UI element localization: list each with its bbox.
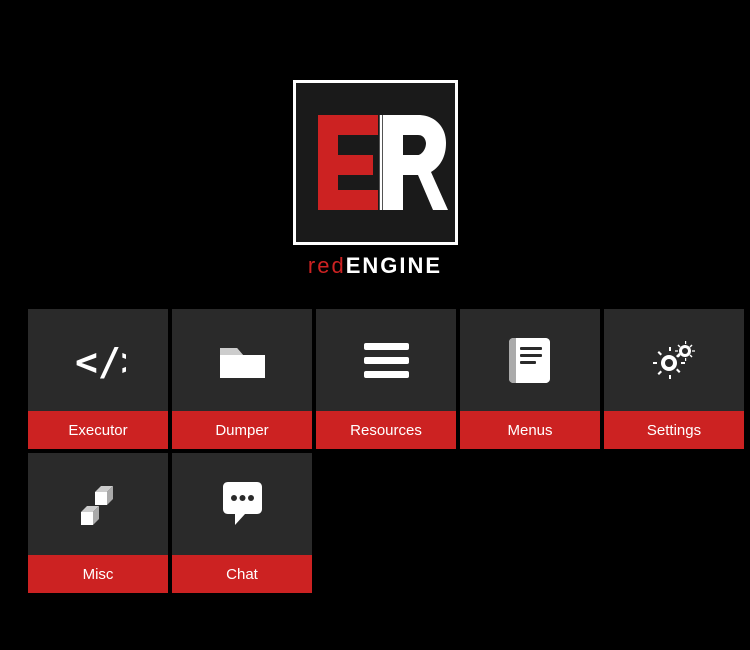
executor-button[interactable]: </> Executor [28,309,168,449]
dumper-button[interactable]: Dumper [172,309,312,449]
resources-button[interactable]: Resources [316,309,456,449]
code-icon: </> [71,333,126,388]
settings-icon-area [604,309,744,411]
list-icon [359,333,414,388]
svg-text:</>: </> [75,340,126,384]
settings-button[interactable]: Settings [604,309,744,449]
chat-label: Chat [172,555,312,593]
grid-row-1: </> Executor Dumper [28,309,744,449]
misc-icon-area [28,453,168,555]
menus-label: Menus [460,411,600,449]
folder-icon [215,333,270,388]
misc-label: Misc [28,555,168,593]
book-icon [503,333,558,388]
logo-box [293,80,458,245]
logo-container: redENGINE [293,80,458,279]
resources-icon-area [316,309,456,411]
logo-text: redENGINE [308,253,442,279]
dumper-label: Dumper [172,411,312,449]
chat-bubble-icon [215,477,270,532]
gear-icon [647,333,702,388]
chat-icon-area [172,453,312,555]
settings-label: Settings [604,411,744,449]
menus-icon-area [460,309,600,411]
executor-icon-area: </> [28,309,168,411]
grid-container: </> Executor Dumper [28,309,744,593]
menus-button[interactable]: Menus [460,309,600,449]
blocks-icon [71,477,126,532]
dumper-icon-area [172,309,312,411]
misc-button[interactable]: Misc [28,453,168,593]
resources-label: Resources [316,411,456,449]
executor-label: Executor [28,411,168,449]
grid-row-2: Misc Chat [28,453,744,593]
chat-button[interactable]: Chat [172,453,312,593]
